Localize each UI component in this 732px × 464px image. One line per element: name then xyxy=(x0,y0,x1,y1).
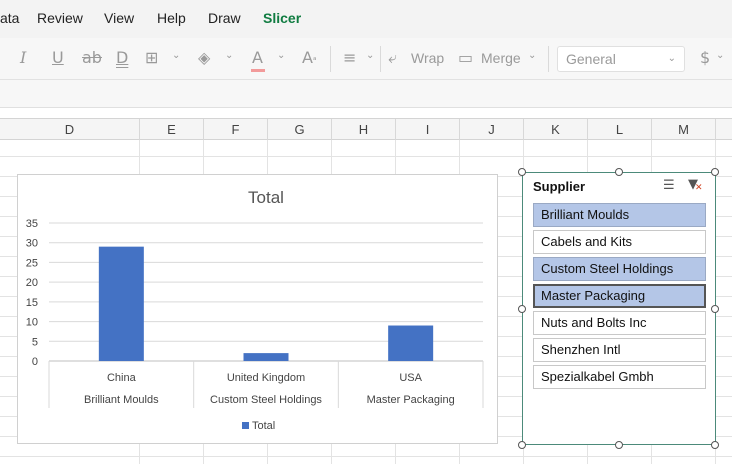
menu-bar: ata Review View Help Draw Slicer xyxy=(0,0,732,38)
resize-handle[interactable] xyxy=(711,305,719,313)
bar-chart[interactable]: Total 0 5 10 15 20 25 30 35 China Brilliant Moulds… xyxy=(17,174,498,444)
menu-draw[interactable]: Draw xyxy=(208,10,241,26)
double-underline-icon[interactable]: D xyxy=(116,48,128,67)
font-color-icon[interactable]: A xyxy=(252,48,263,67)
chevron-down-icon[interactable]: ⌄ xyxy=(172,50,180,61)
bar xyxy=(243,353,289,361)
menu-view[interactable]: View xyxy=(104,10,134,26)
borders-icon[interactable]: ⊞ xyxy=(145,48,158,67)
merge-icon[interactable]: ▭ xyxy=(458,48,473,67)
legend-swatch xyxy=(242,422,249,429)
y-tick-label: 5 xyxy=(32,336,38,348)
column-header-f[interactable]: F xyxy=(204,119,268,141)
underline-icon[interactable]: U xyxy=(52,48,64,67)
formula-bar[interactable] xyxy=(0,80,732,108)
resize-handle[interactable] xyxy=(615,168,623,176)
chevron-down-icon[interactable]: ⌄ xyxy=(225,50,233,61)
chart-title: Total xyxy=(248,188,284,207)
multi-select-icon[interactable]: ☰ xyxy=(663,178,675,193)
supplier-slicer[interactable]: Supplier ☰ ▼ ✕ Brilliant Moulds Cabels an… xyxy=(522,172,716,445)
slicer-item-nuts-and-bolts-inc[interactable]: Nuts and Bolts Inc xyxy=(533,311,706,335)
x-tick-label: Custom Steel Holdings xyxy=(210,394,322,406)
menu-review[interactable]: Review xyxy=(37,10,83,26)
ribbon-divider xyxy=(330,46,331,72)
font-color-swatch xyxy=(251,69,265,72)
menu-slicer[interactable]: Slicer xyxy=(263,10,301,26)
strikethrough-icon[interactable]: ab xyxy=(82,48,102,67)
slicer-item-brilliant-moulds[interactable]: Brilliant Moulds xyxy=(533,203,706,227)
column-headers: D E F G H I J K L M xyxy=(0,118,732,141)
y-tick-label: 25 xyxy=(26,257,38,269)
slicer-item-spezialkabel-gmbh[interactable]: Spezialkabel Gmbh xyxy=(533,365,706,389)
menu-data[interactable]: ata xyxy=(0,10,19,26)
y-tick-label: 20 xyxy=(26,277,38,289)
column-header-m[interactable]: M xyxy=(652,119,716,141)
resize-handle[interactable] xyxy=(518,441,526,449)
align-icon[interactable]: ≡ xyxy=(343,48,356,67)
column-header-j[interactable]: J xyxy=(460,119,524,141)
column-header-d[interactable]: D xyxy=(0,119,140,141)
column-header-g[interactable]: G xyxy=(268,119,332,141)
ribbon-divider xyxy=(380,46,381,72)
x-tick-label: Brilliant Moulds xyxy=(84,394,159,406)
merge-button[interactable]: Merge xyxy=(481,50,521,66)
font-size-icon[interactable]: Aᵃ xyxy=(302,48,316,67)
column-header-l[interactable]: L xyxy=(588,119,652,141)
resize-handle[interactable] xyxy=(518,168,526,176)
bar xyxy=(98,246,144,361)
ribbon-toolbar: I U ab D ⊞ ⌄ ◈ ⌄ A ⌄ Aᵃ ≡ ⌄ ⤶ Wrap ▭ Mer… xyxy=(0,38,732,80)
chevron-down-icon[interactable]: ⌄ xyxy=(366,50,374,61)
y-tick-label: 10 xyxy=(26,317,38,329)
slicer-item-shenzhen-intl[interactable]: Shenzhen Intl xyxy=(533,338,706,362)
chevron-down-icon[interactable]: ⌄ xyxy=(277,50,285,61)
resize-handle[interactable] xyxy=(711,168,719,176)
y-tick-label: 15 xyxy=(26,297,38,309)
column-header-k[interactable]: K xyxy=(524,119,588,141)
column-header-e[interactable]: E xyxy=(140,119,204,141)
bar xyxy=(388,325,434,361)
resize-handle[interactable] xyxy=(615,441,623,449)
x-tick-label: China xyxy=(107,372,137,384)
x-tick-label: USA xyxy=(399,372,422,384)
chevron-down-icon[interactable]: ⌄ xyxy=(716,50,724,61)
currency-format-icon[interactable]: $ xyxy=(700,48,710,67)
wrap-text-icon[interactable]: ⤶ xyxy=(388,48,397,68)
resize-handle[interactable] xyxy=(518,305,526,313)
italic-icon[interactable]: I xyxy=(20,48,26,67)
column-header-i[interactable]: I xyxy=(396,119,460,141)
slicer-title: Supplier xyxy=(533,179,586,194)
chevron-down-icon: ⌄ xyxy=(667,53,676,64)
chevron-down-icon[interactable]: ⌄ xyxy=(528,50,536,61)
column-header-h[interactable]: H xyxy=(332,119,396,141)
resize-handle[interactable] xyxy=(711,441,719,449)
x-tick-label: Master Packaging xyxy=(367,394,455,406)
chart-canvas: Total 0 5 10 15 20 25 30 35 China Brilliant Moulds… xyxy=(26,188,484,432)
wrap-button[interactable]: Wrap xyxy=(411,50,444,66)
number-format-value: General xyxy=(566,51,616,67)
legend-label: Total xyxy=(252,420,275,432)
menu-help[interactable]: Help xyxy=(157,10,186,26)
slicer-item-cabels-and-kits[interactable]: Cabels and Kits xyxy=(533,230,706,254)
x-tick-label: United Kingdom xyxy=(227,372,305,384)
slicer-item-custom-steel-holdings[interactable]: Custom Steel Holdings xyxy=(533,257,706,281)
ribbon-divider xyxy=(548,46,549,72)
y-tick-label: 30 xyxy=(26,238,38,250)
slicer-item-master-packaging[interactable]: Master Packaging xyxy=(533,284,706,308)
y-tick-label: 35 xyxy=(26,218,38,230)
number-format-dropdown[interactable]: General ⌄ xyxy=(557,46,685,72)
fill-color-icon[interactable]: ◈ xyxy=(198,48,210,67)
clear-filter-icon[interactable]: ▼ ✕ xyxy=(688,177,703,193)
y-tick-label: 0 xyxy=(32,356,38,368)
